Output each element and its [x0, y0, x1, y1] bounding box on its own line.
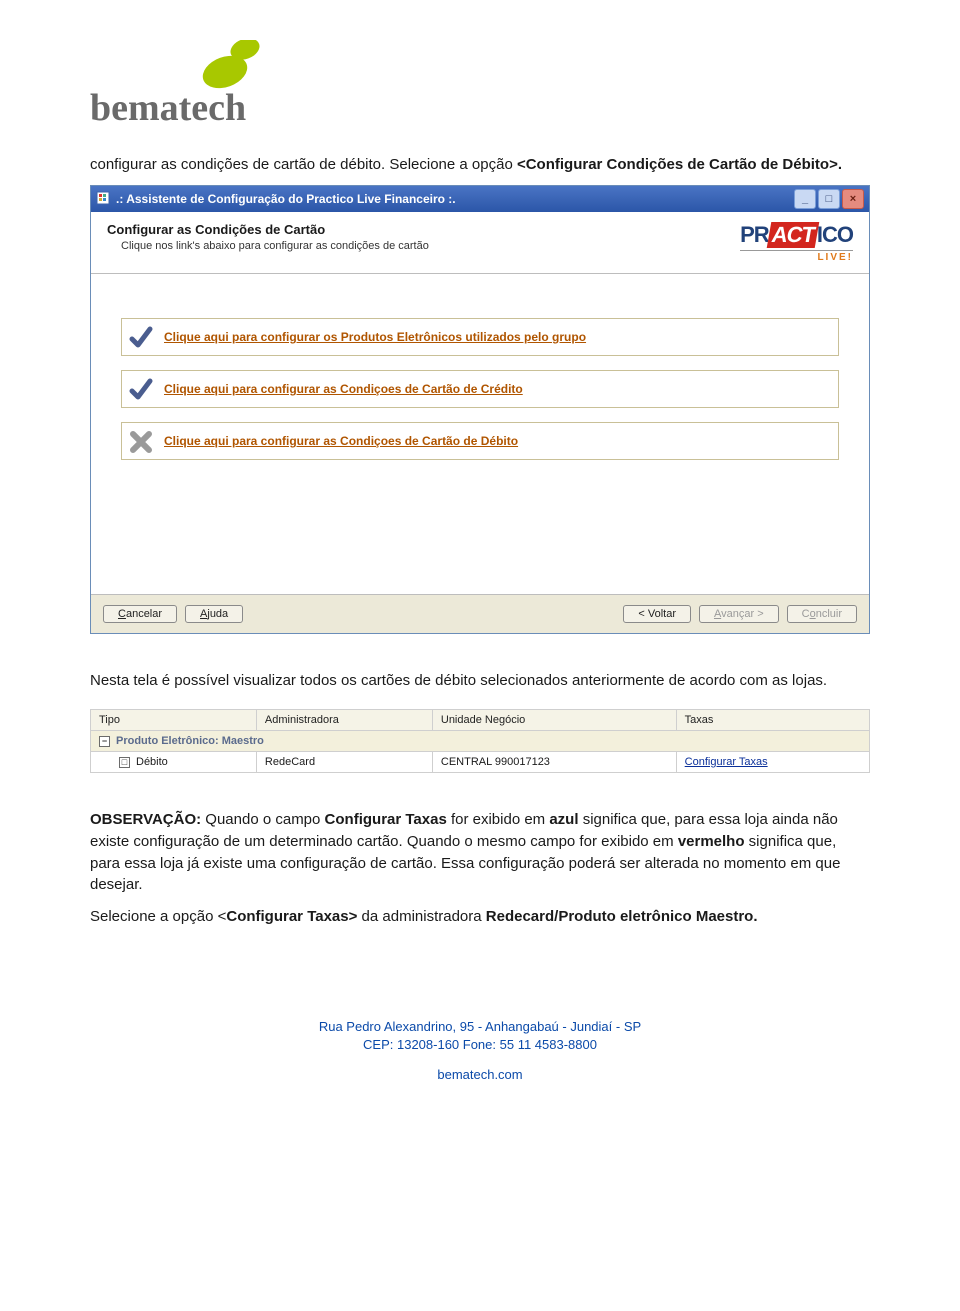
col-taxas: Taxas: [676, 710, 869, 731]
cancel-button[interactable]: Cancelar: [103, 605, 177, 623]
collapse-icon[interactable]: −: [99, 736, 110, 747]
wizard-body: Clique aqui para configurar os Produtos …: [91, 274, 869, 594]
wizard-link-label: Clique aqui para configurar as Condiçoes…: [164, 434, 518, 448]
minimize-button[interactable]: _: [794, 189, 816, 209]
mid-paragraph: Nesta tela é possível visualizar todos o…: [90, 670, 870, 691]
page-footer: Rua Pedro Alexandrino, 95 - Anhangabaú -…: [90, 1018, 870, 1085]
close-button[interactable]: ×: [842, 189, 864, 209]
help-button[interactable]: Ajuda: [185, 605, 243, 623]
intro-paragraph: configurar as condições de cartão de déb…: [90, 154, 870, 175]
app-icon: [96, 191, 110, 208]
cell-admin: RedeCard: [256, 752, 432, 773]
check-icon: [128, 325, 154, 349]
maximize-button[interactable]: □: [818, 189, 840, 209]
table-row: □ Débito RedeCard CENTRAL 990017123 Confi…: [91, 752, 870, 773]
footer-address: Rua Pedro Alexandrino, 95 - Anhangabaú -…: [90, 1018, 870, 1036]
wizard-title: Configurar as Condições de Cartão: [107, 222, 429, 237]
bullet-icon: □: [119, 757, 130, 768]
footer-site: bematech.com: [90, 1066, 870, 1084]
back-button[interactable]: < Voltar: [623, 605, 691, 623]
wizard-header: Configurar as Condições de Cartão Clique…: [91, 212, 869, 274]
wizard-link-produtos[interactable]: Clique aqui para configurar os Produtos …: [121, 318, 839, 356]
group-row[interactable]: −Produto Eletrônico: Maestro: [91, 731, 870, 752]
col-unidade: Unidade Negócio: [432, 710, 676, 731]
company-logo: bematech: [90, 40, 870, 130]
check-icon: [128, 377, 154, 401]
wizard-footer: Cancelar Ajuda < Voltar Avançar > Conclu…: [91, 594, 869, 633]
logo-text: bematech: [90, 87, 246, 129]
wizard-link-credito[interactable]: Clique aqui para configurar as Condiçoes…: [121, 370, 839, 408]
col-admin: Administradora: [256, 710, 432, 731]
cards-table: Tipo Administradora Unidade Negócio Taxa…: [90, 709, 870, 773]
wizard-subtitle: Clique nos link's abaixo para configurar…: [107, 240, 429, 252]
wizard-link-debito[interactable]: Clique aqui para configurar as Condiçoes…: [121, 422, 839, 460]
obs-label: OBSERVAÇÃO:: [90, 811, 201, 828]
configurar-taxas-link[interactable]: Configurar Taxas: [685, 756, 768, 768]
wizard-window: .: Assistente de Configuração do Practic…: [90, 185, 870, 634]
cell-unidade: CENTRAL 990017123: [432, 752, 676, 773]
cell-tipo: Débito: [136, 756, 168, 768]
titlebar: .: Assistente de Configuração do Practic…: [91, 186, 869, 212]
wizard-link-label: Clique aqui para configurar os Produtos …: [164, 330, 586, 344]
wizard-link-label: Clique aqui para configurar as Condiçoes…: [164, 382, 523, 396]
intro-bold: <Configurar Condições de Cartão de Débit…: [517, 156, 842, 173]
next-button: Avançar >: [699, 605, 779, 623]
titlebar-text: .: Assistente de Configuração do Practic…: [116, 192, 456, 206]
brand-logo: PRACTICO LIVE!: [740, 222, 853, 263]
footer-cep: CEP: 13208-160 Fone: 55 11 4583-8800: [90, 1036, 870, 1054]
finish-button: Concluir: [787, 605, 857, 623]
col-tipo: Tipo: [91, 710, 257, 731]
cross-icon: [128, 429, 154, 453]
group-label: Produto Eletrônico: Maestro: [116, 735, 264, 747]
obs-block: OBSERVAÇÃO: Quando o campo Configurar Ta…: [90, 809, 870, 928]
intro-text-1: configurar as condições de cartão de déb…: [90, 156, 517, 173]
